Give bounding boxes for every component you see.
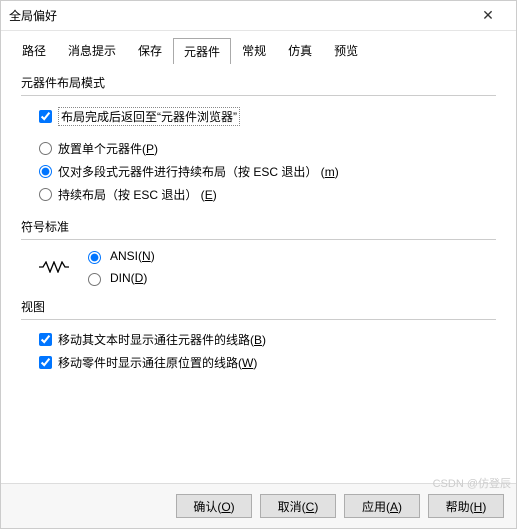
symbol-standard-legend: 符号标准	[21, 218, 496, 235]
layout-mode-legend: 元器件布局模式	[21, 74, 496, 91]
view-legend: 视图	[21, 298, 496, 315]
dialog-buttons: 确认(O) 取消(C) 应用(A) 帮助(H)	[1, 483, 516, 528]
ansi-radio[interactable]: ANSI(N)	[83, 248, 155, 264]
continuous-input[interactable]	[39, 188, 52, 201]
view-group: 视图 移动其文本时显示通往元器件的线路(B) 移动零件时显示通往原位置的线路(W…	[21, 298, 496, 374]
din-radio[interactable]: DIN(D)	[83, 270, 155, 286]
window-title: 全局偏好	[9, 7, 468, 24]
tab-messages[interactable]: 消息提示	[57, 37, 127, 63]
symbol-standard-group: 符号标准 ANSI(N) DIN(D)	[21, 218, 496, 286]
continuous-multiseg-radio[interactable]: 仅对多段式元器件进行持续布局（按 ESC 退出） (m)	[21, 160, 496, 183]
move-part-checkbox[interactable]: 移动零件时显示通往原位置的线路(W)	[21, 351, 496, 374]
continuous-radio[interactable]: 持续布局（按 ESC 退出） (E)	[21, 183, 496, 206]
move-text-checkbox[interactable]: 移动其文本时显示通往元器件的线路(B)	[21, 328, 496, 351]
close-button[interactable]: ✕	[468, 2, 508, 30]
tab-content: 元器件布局模式 布局完成后返回至“元器件浏览器” 放置单个元器件(P) 仅对多段…	[1, 64, 516, 483]
layout-mode-group: 元器件布局模式 布局完成后返回至“元器件浏览器” 放置单个元器件(P) 仅对多段…	[21, 74, 496, 206]
cancel-button[interactable]: 取消(C)	[260, 494, 336, 518]
close-icon: ✕	[482, 7, 494, 24]
continuous-multiseg-input[interactable]	[39, 165, 52, 178]
ok-button[interactable]: 确认(O)	[176, 494, 252, 518]
place-single-radio[interactable]: 放置单个元器件(P)	[21, 137, 496, 160]
tab-save[interactable]: 保存	[127, 37, 173, 63]
titlebar: 全局偏好 ✕	[1, 1, 516, 31]
tab-simulation[interactable]: 仿真	[277, 37, 323, 63]
tab-components[interactable]: 元器件	[173, 38, 231, 64]
apply-button[interactable]: 应用(A)	[344, 494, 420, 518]
tab-strip: 路径 消息提示 保存 元器件 常规 仿真 预览	[1, 31, 516, 63]
tab-path[interactable]: 路径	[11, 37, 57, 63]
tab-preview[interactable]: 预览	[323, 37, 369, 63]
din-input[interactable]	[88, 273, 101, 286]
move-part-input[interactable]	[39, 356, 52, 369]
place-single-input[interactable]	[39, 142, 52, 155]
move-text-input[interactable]	[39, 333, 52, 346]
preferences-dialog: 全局偏好 ✕ 路径 消息提示 保存 元器件 常规 仿真 预览 元器件布局模式 布…	[0, 0, 517, 529]
ansi-input[interactable]	[88, 251, 101, 264]
tab-general[interactable]: 常规	[231, 37, 277, 63]
resistor-icon	[39, 261, 69, 273]
return-to-browser-input[interactable]	[39, 110, 52, 123]
return-to-browser-checkbox[interactable]: 布局完成后返回至“元器件浏览器”	[21, 104, 496, 129]
help-button[interactable]: 帮助(H)	[428, 494, 504, 518]
